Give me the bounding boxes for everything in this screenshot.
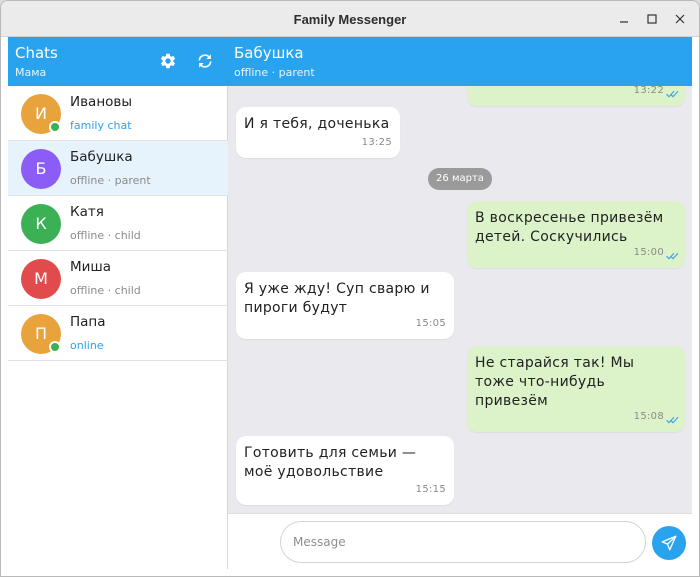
conversation-title: Бабушка	[234, 44, 304, 62]
send-button[interactable]	[652, 526, 686, 560]
message-list[interactable]: 13:22 И я тебя, доченька 13:25 26 марта …	[228, 86, 692, 513]
maximize-icon	[647, 14, 657, 24]
chat-item-ivanovy[interactable]: И Ивановы family chat	[8, 86, 228, 141]
current-user: Мама	[15, 66, 47, 79]
conversation-status: offline · parent	[234, 66, 315, 79]
message-text: Не старайся так! Мы тоже что-нибудь прив…	[475, 355, 635, 409]
refresh-button[interactable]	[196, 52, 214, 70]
message-time: 15:05	[415, 318, 446, 329]
chat-status: offline · child	[70, 229, 141, 242]
minimize-icon	[620, 21, 628, 23]
message-time: 15:15	[415, 484, 446, 495]
message-bubble-outgoing: Не старайся так! Мы тоже что-нибудь прив…	[467, 346, 685, 432]
chat-item-papa[interactable]: П Папа online	[8, 306, 228, 361]
app-window: Family Messenger Chats Мама И Ивановы fa…	[0, 0, 700, 577]
date-separator: 26 марта	[428, 168, 492, 190]
message-bubble-outgoing: В воскресенье привезём детей. Соскучилис…	[467, 201, 685, 268]
message-text: Я уже жду! Суп сварю и пироги будут	[244, 281, 430, 316]
message-bubble-incoming: И я тебя, доченька 13:25	[236, 107, 400, 158]
close-icon	[675, 14, 685, 24]
chat-name: Катя	[70, 204, 104, 220]
chat-name: Миша	[70, 259, 112, 275]
message-time: 15:00	[633, 247, 664, 258]
chat-item-katya[interactable]: К Катя offline · child	[8, 196, 228, 251]
double-check-icon	[666, 252, 679, 260]
settings-button[interactable]	[159, 52, 177, 70]
chat-item-misha[interactable]: М Миша offline · child	[8, 251, 228, 306]
avatar: Б	[21, 149, 61, 189]
title-bar: Family Messenger	[1, 1, 699, 37]
send-icon	[661, 535, 677, 551]
refresh-icon	[198, 54, 212, 68]
message-composer	[228, 513, 692, 569]
chat-item-babushka[interactable]: Б Бабушка offline · parent	[8, 141, 228, 196]
chat-name: Бабушка	[70, 149, 133, 165]
conversation-header: Бабушка offline · parent	[228, 37, 692, 86]
chat-name: Папа	[70, 314, 106, 330]
chat-status: online	[70, 339, 104, 352]
message-text: Готовить для семьи — моё удовольствие	[244, 445, 417, 480]
minimize-button[interactable]	[615, 10, 633, 28]
double-check-icon	[666, 90, 679, 98]
double-check-icon	[666, 416, 679, 424]
chat-sidebar: Chats Мама И Ивановы family chat Б Бабуш…	[8, 37, 228, 569]
maximize-button[interactable]	[643, 10, 661, 28]
chat-status: offline · parent	[70, 174, 151, 187]
message-time: 15:08	[633, 411, 664, 422]
message-input[interactable]	[280, 521, 646, 563]
sidebar-header: Chats Мама	[8, 37, 228, 86]
avatar: М	[21, 259, 61, 299]
online-indicator	[49, 341, 61, 353]
message-time: 13:25	[361, 137, 392, 148]
sidebar-title: Chats	[15, 44, 58, 62]
window-title: Family Messenger	[293, 12, 407, 27]
avatar: К	[21, 204, 61, 244]
message-text: И я тебя, доченька	[244, 116, 390, 132]
chat-status: family chat	[70, 119, 132, 132]
message-bubble-incoming: Я уже жду! Суп сварю и пироги будут 15:0…	[236, 272, 454, 339]
gear-icon	[160, 53, 176, 69]
message-text: В воскресенье привезём детей. Соскучилис…	[475, 210, 664, 245]
chat-name: Ивановы	[70, 94, 133, 110]
message-time: 13:22	[633, 86, 664, 96]
online-indicator	[49, 121, 61, 133]
message-bubble-outgoing: 13:22	[467, 86, 685, 106]
message-bubble-incoming: Готовить для семьи — моё удовольствие 15…	[236, 436, 454, 505]
chat-status: offline · child	[70, 284, 141, 297]
close-button[interactable]	[671, 10, 689, 28]
